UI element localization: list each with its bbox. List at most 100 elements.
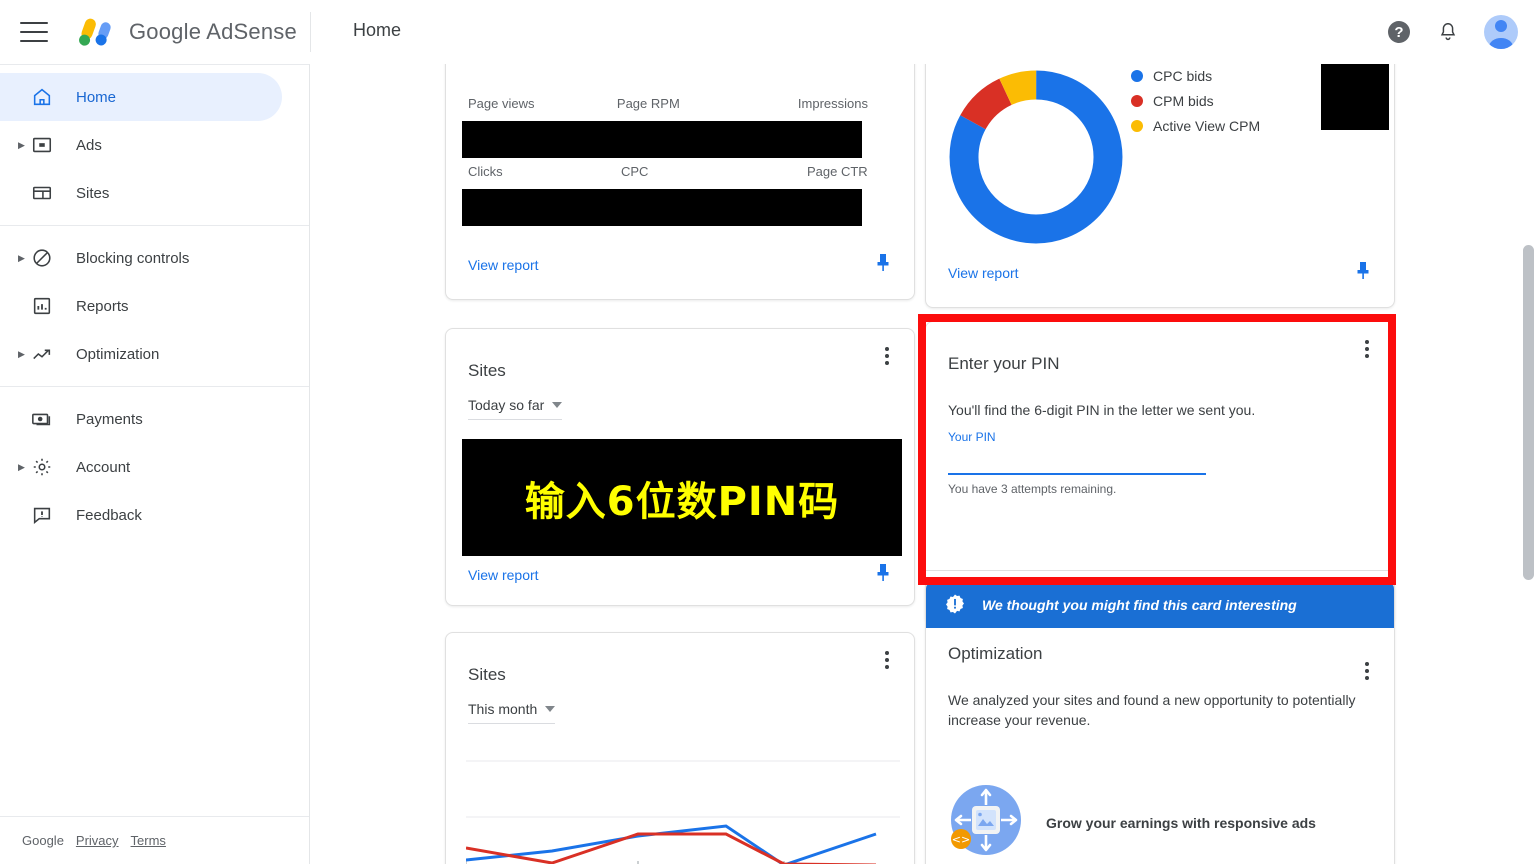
sidebar-item-reports[interactable]: Reports	[0, 282, 282, 330]
sidebar-item-home[interactable]: Home	[0, 73, 282, 121]
pin-attempts-helper-text: You have 3 attempts remaining.	[948, 482, 1117, 496]
pin-input[interactable]	[948, 448, 1206, 470]
optimization-card-title: Optimization	[948, 644, 1043, 663]
legend-color-swatch	[1131, 120, 1143, 132]
card-overflow-menu-icon[interactable]	[1356, 660, 1378, 682]
svg-text:<>: <>	[952, 833, 970, 846]
sidebar-item-label: Sites	[76, 184, 110, 202]
metric-label-impressions: Impressions	[797, 96, 868, 111]
expand-caret-icon[interactable]: ▶	[18, 462, 30, 472]
card-overflow-menu-icon[interactable]	[876, 345, 898, 367]
sidebar-item-label: Blocking controls	[76, 249, 190, 267]
card-overflow-menu-icon[interactable]	[876, 649, 898, 671]
legend-label: CPC bids	[1153, 68, 1213, 84]
legend-item-cpc-bids: CPC bids	[1131, 68, 1260, 84]
pin-icon[interactable]	[874, 562, 892, 587]
help-glyph: ?	[1388, 21, 1410, 43]
sidebar-item-label: Ads	[76, 136, 102, 154]
trending-up-icon	[30, 342, 54, 366]
card-overflow-menu-icon[interactable]	[1356, 338, 1378, 360]
card-key-metrics: Page views Page RPM Impressions Clicks C…	[445, 57, 915, 300]
chevron-down-icon	[545, 706, 556, 712]
badge-exclamation-icon	[944, 593, 966, 618]
sidebar-item-payments[interactable]: Payments	[0, 395, 282, 443]
payments-icon	[30, 407, 54, 431]
expand-caret-icon[interactable]: ▶	[18, 253, 30, 263]
help-icon[interactable]: ?	[1386, 19, 1412, 45]
legend-color-swatch	[1131, 70, 1143, 82]
pin-card-title: Enter your PIN	[948, 354, 1060, 373]
sidebar-item-label: Home	[76, 88, 117, 106]
sidebar-item-account[interactable]: ▶ Account	[0, 443, 282, 491]
metric-label-clicks: Clicks	[468, 164, 503, 179]
footer-google-label: Google	[22, 833, 64, 848]
expand-caret-icon[interactable]: ▶	[18, 349, 30, 359]
sidebar-item-label: Optimization	[76, 345, 160, 363]
optimization-body-text: We analyzed your sites and found a new o…	[948, 692, 1356, 729]
topbar-actions: ?	[1386, 0, 1518, 64]
card-sites-today: Sites Today so far 输入6位数PIN码 View report	[445, 328, 915, 606]
sidebar-group-2: ▶ Blocking controls Reports ▶ Optimizati…	[0, 225, 309, 386]
legend-label: Active View CPM	[1153, 118, 1261, 134]
sites-line-chart	[466, 760, 900, 864]
legend-item-active-view-cpm: Active View CPM	[1131, 118, 1260, 134]
optimization-suggestion-row[interactable]: <> Grow your earnings with responsive ad…	[948, 782, 1316, 863]
adsense-logo-brand[interactable]: Google AdSense	[73, 17, 297, 47]
optimization-banner: We thought you might find this card inte…	[926, 582, 1394, 628]
optimization-banner-text: We thought you might find this card inte…	[982, 597, 1297, 613]
expand-caret-icon[interactable]: ▶	[18, 140, 30, 150]
footer-terms-link[interactable]: Terms	[131, 833, 166, 848]
redacted-metric-values-row1	[462, 121, 862, 158]
card-bid-types: CPC bids CPM bids Active View CPM View r…	[925, 57, 1395, 308]
page-scrollbar-thumb[interactable]	[1523, 245, 1534, 580]
main-content-area: Page views Page RPM Impressions Clicks C…	[310, 57, 1536, 864]
metric-label-cpc: CPC	[621, 164, 649, 179]
page-title: Home	[353, 20, 402, 40]
home-icon	[30, 85, 54, 109]
view-report-link[interactable]: View report	[468, 257, 539, 273]
donut-chart-svg	[949, 70, 1123, 244]
optimization-suggestion-link[interactable]: Grow your earnings with responsive ads	[1046, 815, 1316, 831]
period-label: Today so far	[468, 397, 545, 413]
sidebar-item-blocking-controls[interactable]: ▶ Blocking controls	[0, 234, 282, 282]
sidebar-item-sites[interactable]: Sites	[0, 169, 282, 217]
period-selector-today[interactable]: Today so far	[468, 397, 563, 420]
metric-label-page-views: Page views	[468, 96, 535, 111]
period-selector-month[interactable]: This month	[468, 701, 556, 724]
adsense-home-page: Google AdSense Home ? Home ▶ Ads Sites ▶…	[0, 0, 1536, 864]
sidebar-item-label: Reports	[76, 297, 129, 315]
sidebar-item-optimization[interactable]: ▶ Optimization	[0, 330, 282, 378]
pin-icon[interactable]	[1354, 260, 1372, 285]
pin-input-underline	[948, 473, 1206, 475]
sidebar-item-feedback[interactable]: Feedback	[0, 491, 282, 539]
topbar-divider	[310, 12, 311, 52]
legend-item-cpm-bids: CPM bids	[1131, 93, 1260, 109]
period-label: This month	[468, 701, 538, 717]
view-report-link[interactable]: View report	[468, 567, 539, 583]
sidebar-item-ads[interactable]: ▶ Ads	[0, 121, 282, 169]
sidebar-footer: Google Privacy Terms	[0, 816, 309, 864]
sites-icon	[30, 181, 54, 205]
card-enter-pin: Enter your PIN You'll find the 6-digit P…	[925, 321, 1395, 625]
overlay-annotation-text: 输入6位数PIN码	[524, 478, 840, 525]
footer-privacy-link[interactable]: Privacy	[76, 833, 119, 848]
sidebar-item-label: Account	[76, 458, 131, 476]
gear-icon	[30, 455, 54, 479]
card-title: Sites	[468, 665, 506, 684]
metric-label-page-ctr: Page CTR	[807, 164, 868, 179]
redacted-metric-values-row2	[462, 189, 862, 226]
brand-name: Google AdSense	[129, 19, 297, 44]
top-app-bar: Google AdSense Home ?	[0, 0, 1536, 64]
reports-bar-chart-icon	[30, 294, 54, 318]
hamburger-menu-icon[interactable]	[20, 22, 48, 42]
card-title: Sites	[468, 361, 506, 380]
pin-icon[interactable]	[874, 252, 892, 277]
sidebar-item-label: Payments	[76, 410, 143, 428]
ads-icon	[30, 133, 54, 157]
notifications-bell-icon[interactable]	[1435, 19, 1461, 45]
account-avatar[interactable]	[1484, 15, 1518, 49]
view-report-link[interactable]: View report	[948, 265, 1019, 281]
card-sites-this-month: Sites This month Jul 1	[445, 632, 915, 864]
block-icon	[30, 246, 54, 270]
sites-chart-redacted-overlay: 输入6位数PIN码	[462, 439, 902, 556]
